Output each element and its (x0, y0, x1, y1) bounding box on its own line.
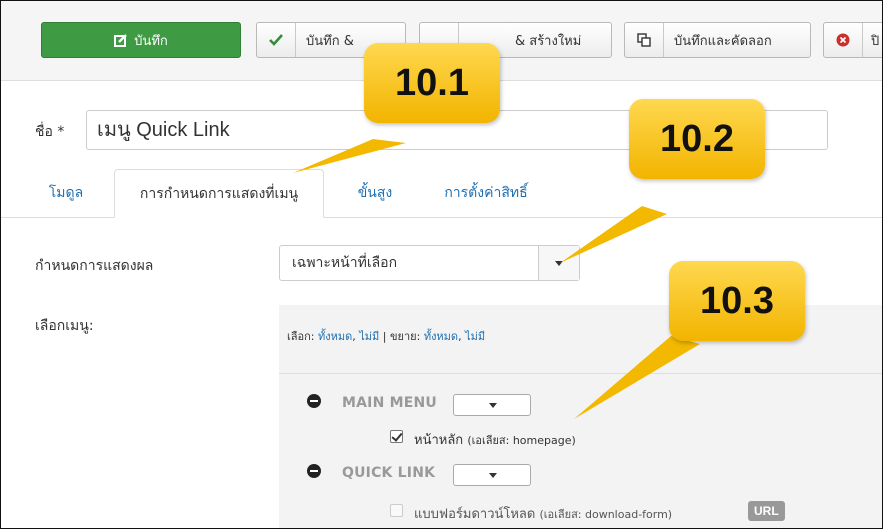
callout-pointer-10-1 (293, 139, 406, 173)
callout-10-3: 10.3 (669, 261, 805, 341)
callout-10-1: 10.1 (364, 43, 500, 123)
callout-pointer-10-2 (560, 206, 667, 263)
callout-pointer-10-3 (574, 336, 700, 419)
callout-10-2: 10.2 (629, 99, 765, 179)
module-editor-screenshot: บันทึก บันทึก & & สร้างใหม่ บันทึกและคัด… (0, 0, 883, 529)
